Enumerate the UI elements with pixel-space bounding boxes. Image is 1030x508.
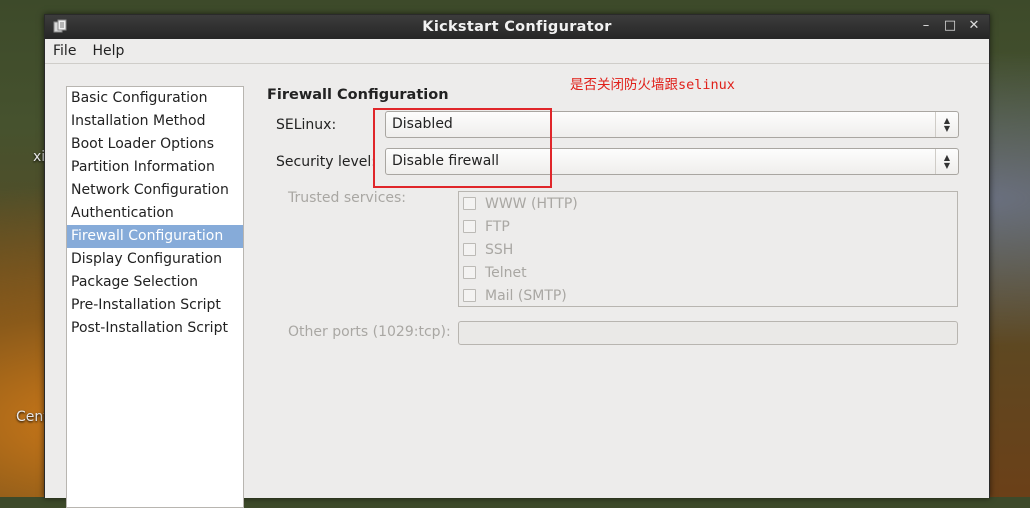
checkbox-ssh[interactable] xyxy=(463,243,476,256)
service-label-ssh: SSH xyxy=(485,241,514,258)
window-title: Kickstart Configurator xyxy=(422,19,612,35)
service-row-smtp[interactable]: Mail (SMTP) xyxy=(459,284,957,307)
sidebar-item-basic-configuration[interactable]: Basic Configuration xyxy=(67,87,243,110)
sidebar-nav: Basic Configuration Installation Method … xyxy=(66,86,244,508)
sidebar-item-network-configuration[interactable]: Network Configuration xyxy=(67,179,243,202)
select-arrows-icon: ▲ ▼ xyxy=(935,112,958,137)
kickstart-window: Kickstart Configurator – □ ✕ File Help B… xyxy=(44,14,990,508)
menu-help[interactable]: Help xyxy=(84,43,132,59)
checkbox-ftp[interactable] xyxy=(463,220,476,233)
menu-bar: File Help xyxy=(45,39,989,64)
service-row-telnet[interactable]: Telnet xyxy=(459,261,957,284)
sidebar-item-boot-loader-options[interactable]: Boot Loader Options xyxy=(67,133,243,156)
sidebar-item-firewall-configuration[interactable]: Firewall Configuration xyxy=(67,225,243,248)
checkbox-telnet[interactable] xyxy=(463,266,476,279)
app-icon xyxy=(53,19,67,33)
checkbox-www[interactable] xyxy=(463,197,476,210)
select-arrows-icon: ▲ ▼ xyxy=(935,149,958,174)
annotation-highlight-box xyxy=(373,108,552,188)
section-title: Firewall Configuration xyxy=(267,87,449,103)
service-label-smtp: Mail (SMTP) xyxy=(485,287,567,304)
sidebar-item-installation-method[interactable]: Installation Method xyxy=(67,110,243,133)
service-label-ftp: FTP xyxy=(485,218,510,235)
menu-file[interactable]: File xyxy=(45,43,84,59)
trusted-services-label: Trusted services: xyxy=(288,190,407,206)
close-icon[interactable]: ✕ xyxy=(967,18,981,33)
sidebar-item-post-installation-script[interactable]: Post-Installation Script xyxy=(67,317,243,340)
checkbox-smtp[interactable] xyxy=(463,289,476,302)
service-row-ftp[interactable]: FTP xyxy=(459,215,957,238)
sidebar-item-authentication[interactable]: Authentication xyxy=(67,202,243,225)
sidebar-item-partition-information[interactable]: Partition Information xyxy=(67,156,243,179)
title-bar[interactable]: Kickstart Configurator – □ ✕ xyxy=(45,15,989,39)
service-row-ssh[interactable]: SSH xyxy=(459,238,957,261)
security-level-label: Security level: xyxy=(276,154,376,170)
other-ports-input[interactable] xyxy=(458,321,958,345)
minimize-icon[interactable]: – xyxy=(919,18,933,33)
other-ports-label: Other ports (1029:tcp): xyxy=(288,324,451,340)
service-label-www: WWW (HTTP) xyxy=(485,195,578,212)
sidebar-item-pre-installation-script[interactable]: Pre-Installation Script xyxy=(67,294,243,317)
service-label-telnet: Telnet xyxy=(485,264,527,281)
service-row-www[interactable]: WWW (HTTP) xyxy=(459,192,957,215)
annotation-note: 是否关闭防火墙跟selinux xyxy=(570,77,735,93)
sidebar-item-display-configuration[interactable]: Display Configuration xyxy=(67,248,243,271)
maximize-icon[interactable]: □ xyxy=(943,18,957,33)
sidebar-item-package-selection[interactable]: Package Selection xyxy=(67,271,243,294)
selinux-label: SELinux: xyxy=(276,117,337,133)
trusted-services-list: WWW (HTTP) FTP SSH Telnet Mail (SMTP) xyxy=(458,191,958,307)
